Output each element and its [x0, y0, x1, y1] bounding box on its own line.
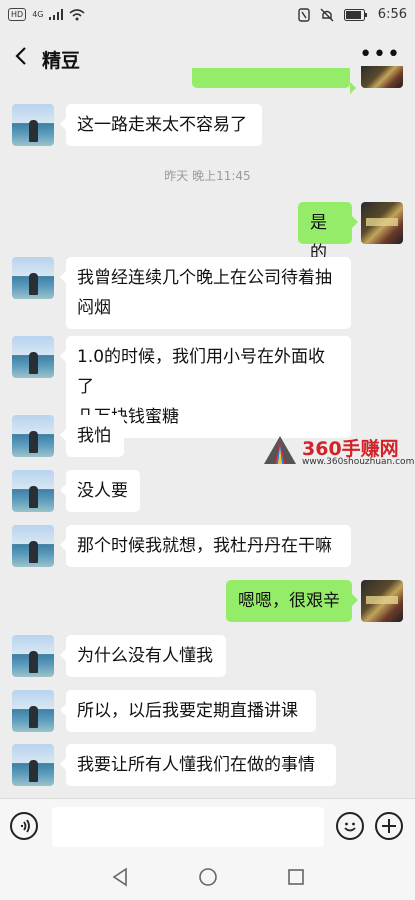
message-timestamp: 昨天 晚上11:45	[164, 169, 251, 183]
received-message: 我要让所有人懂我们在做的事情	[60, 744, 336, 786]
sent-message: 是的	[298, 202, 358, 263]
nfc-icon	[298, 7, 310, 22]
message-line: 1.0的时候，我们用小号在外面收了	[77, 347, 326, 397]
emoji-icon[interactable]	[336, 812, 364, 840]
message-input[interactable]	[52, 807, 324, 847]
more-options-icon[interactable]: •••	[359, 42, 401, 67]
nav-back-icon[interactable]	[110, 867, 130, 887]
contact-avatar[interactable]	[12, 690, 54, 732]
received-message: 这一路走来太不容易了	[60, 104, 262, 146]
contact-avatar[interactable]	[12, 415, 54, 457]
back-arrow-icon[interactable]	[10, 44, 34, 68]
contact-avatar[interactable]	[12, 744, 54, 786]
status-bar: HD 4G 6:56	[0, 0, 415, 30]
chat-title: 精豆	[42, 50, 81, 72]
wifi-icon	[69, 8, 86, 20]
contact-avatar[interactable]	[12, 635, 54, 677]
watermark-logo-icon	[264, 436, 296, 464]
received-message: 我曾经连续几个晚上在公司待着抽 闷烟	[60, 257, 351, 329]
received-message: 那个时候我就想，我杜丹丹在干嘛	[60, 525, 351, 567]
input-bar	[0, 798, 415, 855]
my-avatar[interactable]	[361, 202, 403, 244]
message-line: 闷烟	[77, 298, 111, 318]
network-label: 4G	[32, 10, 44, 19]
contact-avatar[interactable]	[12, 257, 54, 299]
contact-avatar[interactable]	[12, 336, 54, 378]
hd-indicator: HD	[8, 8, 27, 21]
add-attachment-icon[interactable]	[375, 812, 403, 840]
contact-avatar[interactable]	[12, 104, 54, 146]
contact-avatar[interactable]	[12, 525, 54, 567]
nav-recents-icon[interactable]	[286, 867, 306, 887]
partial-sent-message	[192, 68, 356, 94]
watermark: 360手赚网 www.360shouzhuan.com	[262, 432, 415, 472]
nav-home-icon[interactable]	[198, 867, 218, 887]
clock: 6:56	[377, 7, 407, 22]
watermark-url: www.360shouzhuan.com	[302, 457, 415, 467]
contact-avatar[interactable]	[12, 470, 54, 512]
received-message: 没人要	[60, 470, 140, 512]
voice-input-icon[interactable]	[10, 812, 38, 840]
message-line: 我曾经连续几个晚上在公司待着抽	[77, 268, 332, 288]
received-message: 为什么没有人懂我	[60, 635, 226, 677]
system-nav-bar	[0, 855, 415, 900]
received-message: 我怕	[60, 415, 124, 457]
mute-icon	[320, 8, 334, 21]
partial-sent-avatar	[361, 66, 403, 88]
battery-icon	[343, 8, 367, 21]
signal-icon	[49, 9, 64, 20]
my-avatar[interactable]	[361, 580, 403, 622]
sent-message: 嗯嗯，很艰辛	[226, 580, 358, 622]
received-message: 所以，以后我要定期直播讲课	[60, 690, 316, 732]
